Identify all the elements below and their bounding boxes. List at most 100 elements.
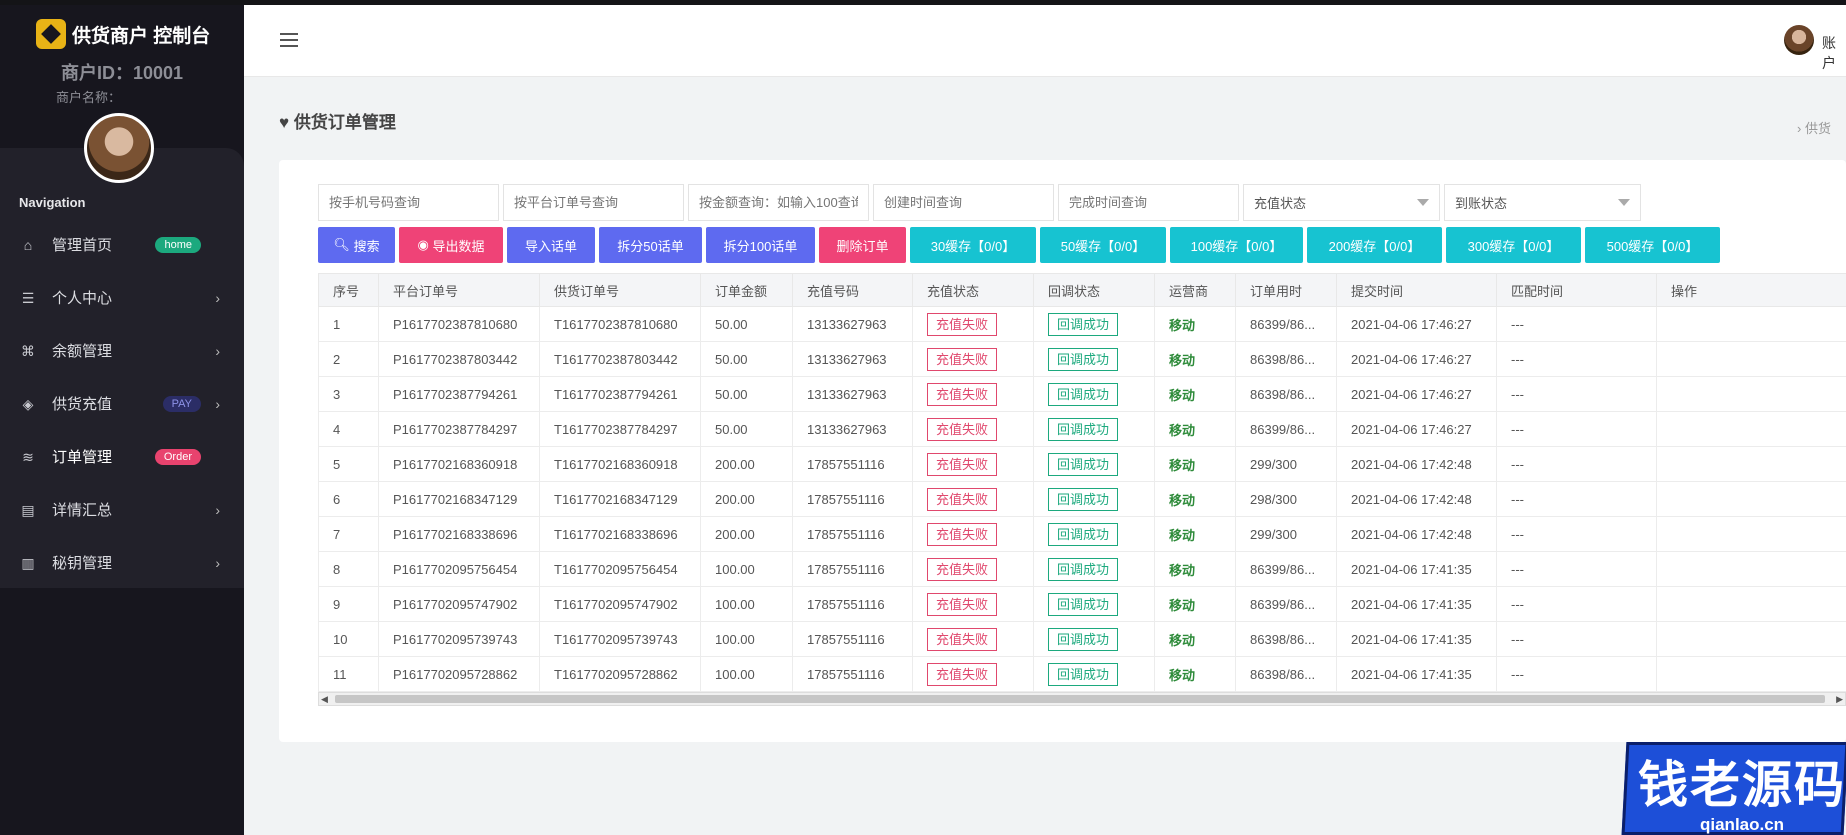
avatar[interactable] — [84, 113, 154, 183]
table-cell[interactable] — [1656, 341, 1846, 377]
table-row[interactable]: 10 P1617702095739743 T1617702095739743 100.… — [318, 621, 1846, 657]
horizontal-scrollbar[interactable]: ◀ ▶ — [318, 692, 1846, 706]
callback-status-cell: 回调成功 — [1033, 586, 1155, 622]
table-row[interactable]: 7 P1617702168338696 T1617702168338696 200.0… — [318, 516, 1846, 552]
import-button[interactable]: 导入话单 — [507, 227, 595, 263]
col-header[interactable]: 平台订单号 — [378, 273, 540, 307]
split50-button[interactable]: 拆分50话单 — [599, 227, 702, 263]
col-header[interactable]: 操作 — [1656, 273, 1846, 307]
table-cell[interactable] — [1656, 306, 1846, 342]
table-cell: 17857551116 — [792, 516, 913, 552]
table-row[interactable]: 1 P1617702387810680 T1617702387810680 50.00… — [318, 306, 1846, 342]
col-header[interactable]: 供货订单号 — [539, 273, 701, 307]
table-row[interactable]: 6 P1617702168347129 T1617702168347129 200.0… — [318, 481, 1846, 517]
export-button[interactable]: ◉ 导出数据 — [399, 227, 503, 263]
callback-status-cell: 回调成功 — [1033, 621, 1155, 657]
document-icon: ▤ — [21, 501, 35, 518]
cache50-button[interactable]: 50缓存【0/0】 — [1040, 227, 1166, 263]
table-cell[interactable] — [1656, 481, 1846, 517]
menu-toggle-icon[interactable] — [280, 33, 298, 47]
carrier-label: 移动 — [1169, 632, 1196, 648]
scroll-thumb[interactable] — [335, 695, 1825, 703]
carrier-label: 移动 — [1169, 317, 1196, 333]
table-row[interactable]: 5 P1617702168360918 T1617702168360918 200.0… — [318, 446, 1846, 482]
breadcrumb[interactable]: › 供货 — [1797, 118, 1831, 137]
user-avatar[interactable] — [1784, 25, 1814, 55]
col-header[interactable]: 充值号码 — [792, 273, 913, 307]
delete-order-button[interactable]: 删除订单 — [819, 227, 906, 263]
sidebar-item-orders[interactable]: ≋ 订单管理 Order — [0, 430, 244, 483]
cache300-button[interactable]: 300缓存【0/0】 — [1446, 227, 1581, 263]
table-row[interactable]: 11 P1617702095728862 T1617702095728862 100.… — [318, 656, 1846, 692]
table-cell[interactable] — [1656, 446, 1846, 482]
col-header[interactable]: 回调状态 — [1033, 273, 1155, 307]
sidebar-item-profile[interactable]: ☰ 个人中心 › — [0, 271, 244, 324]
arrival-status-select[interactable]: 到账状态 — [1444, 184, 1641, 221]
table-cell: 17857551116 — [792, 446, 913, 482]
table-cell[interactable] — [1656, 411, 1846, 447]
sidebar: 供货商户 控制台 商户ID：10001 商户名称： Navigation ⌂ 管… — [0, 5, 244, 835]
col-header[interactable]: 充值状态 — [912, 273, 1034, 307]
recharge-status-badge: 充值失败 — [927, 312, 998, 336]
cache500-button[interactable]: 500缓存【0/0】 — [1585, 227, 1720, 263]
table-cell[interactable] — [1656, 621, 1846, 657]
table-row[interactable]: 8 P1617702095756454 T1617702095756454 100.0… — [318, 551, 1846, 587]
callback-status-cell: 回调成功 — [1033, 516, 1155, 552]
col-header[interactable]: 订单金额 — [700, 273, 793, 307]
table-cell[interactable] — [1656, 586, 1846, 622]
table-cell: T1617702095756454 — [539, 551, 701, 587]
amount-search-input[interactable] — [688, 184, 869, 221]
table-cell: 299/300 — [1235, 446, 1337, 482]
table-cell[interactable] — [1656, 656, 1846, 692]
split100-button[interactable]: 拆分100话单 — [706, 227, 815, 263]
carrier-cell: 移动 — [1154, 446, 1236, 482]
command-icon: ⌘ — [21, 342, 35, 359]
page-title-text: 供货订单管理 — [293, 113, 396, 132]
table-row[interactable]: 4 P1617702387784297 T1617702387784297 50.00… — [318, 411, 1846, 447]
sidebar-item-label: 个人中心 — [52, 290, 113, 307]
table-cell: T1617702168360918 — [539, 446, 701, 482]
sidebar-item-supply-recharge[interactable]: ◈ 供货充值 PAY › — [0, 377, 244, 430]
cache30-button[interactable]: 30缓存【0/0】 — [910, 227, 1036, 263]
brand[interactable]: 供货商户 控制台 — [36, 19, 210, 49]
cache200-button[interactable]: 200缓存【0/0】 — [1307, 227, 1442, 263]
table-cell[interactable] — [1656, 516, 1846, 552]
recharge-status-cell: 充值失败 — [912, 656, 1034, 692]
table-row[interactable]: 9 P1617702095747902 T1617702095747902 100.0… — [318, 586, 1846, 622]
sidebar-item-summary[interactable]: ▤ 详情汇总 › — [0, 483, 244, 536]
table-row[interactable]: 2 P1617702387803442 T1617702387803442 50.00… — [318, 341, 1846, 377]
table-cell[interactable] — [1656, 376, 1846, 412]
col-header[interactable]: 提交时间 — [1336, 273, 1497, 307]
callback-status-badge: 回调成功 — [1048, 592, 1119, 616]
phone-search-input[interactable] — [318, 184, 499, 221]
finish-time-input[interactable] — [1058, 184, 1239, 221]
table-row[interactable]: 3 P1617702387794261 T1617702387794261 50.00… — [318, 376, 1846, 412]
carrier-label: 移动 — [1169, 422, 1196, 438]
carrier-cell: 移动 — [1154, 411, 1236, 447]
recharge-status-badge: 充值失败 — [927, 522, 998, 546]
cache100-button[interactable]: 100缓存【0/0】 — [1170, 227, 1303, 263]
sidebar-item-balance[interactable]: ⌘ 余额管理 › — [0, 324, 244, 377]
col-header[interactable]: 订单用时 — [1235, 273, 1337, 307]
table-cell: T1617702168338696 — [539, 516, 701, 552]
recharge-status-cell: 充值失败 — [912, 586, 1034, 622]
scroll-left-icon[interactable]: ◀ — [321, 694, 328, 705]
table-cell: 17857551116 — [792, 621, 913, 657]
scroll-right-icon[interactable]: ▶ — [1836, 694, 1843, 705]
col-header[interactable]: 序号 — [318, 273, 379, 307]
col-header[interactable]: 匹配时间 — [1496, 273, 1657, 307]
recharge-status-select[interactable]: 充值状态 — [1243, 184, 1440, 221]
sidebar-item-home[interactable]: ⌂ 管理首页 home — [0, 218, 244, 271]
col-header[interactable]: 运营商 — [1154, 273, 1236, 307]
chevron-down-icon — [1417, 199, 1429, 206]
create-time-input[interactable] — [873, 184, 1054, 221]
table-cell: 86398/86... — [1235, 376, 1337, 412]
sidebar-item-keys[interactable]: ▥ 秘钥管理 › — [0, 536, 244, 589]
table-cell: 200.00 — [700, 481, 793, 517]
recharge-status-cell: 充值失败 — [912, 516, 1034, 552]
platform-order-search-input[interactable] — [503, 184, 684, 221]
search-button[interactable]: 🔍︎ 搜索 — [318, 227, 395, 263]
user-menu-label[interactable]: 账户 — [1822, 33, 1846, 73]
table-cell[interactable] — [1656, 551, 1846, 587]
table-cell: T1617702387784297 — [539, 411, 701, 447]
